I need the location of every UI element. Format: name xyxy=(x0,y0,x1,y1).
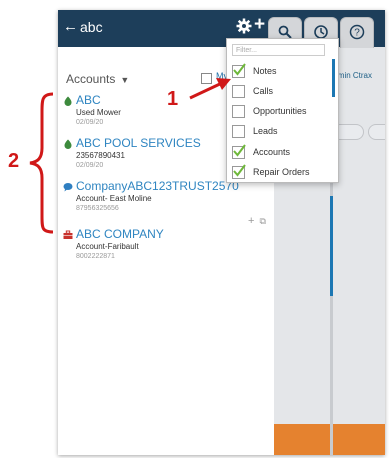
annotation-layer xyxy=(29,78,231,234)
annotation-arrow xyxy=(189,78,231,100)
annotation-label-2: 2 xyxy=(8,150,20,172)
annotation-brace xyxy=(29,92,54,234)
annotation-label-1: 1 xyxy=(167,88,179,110)
